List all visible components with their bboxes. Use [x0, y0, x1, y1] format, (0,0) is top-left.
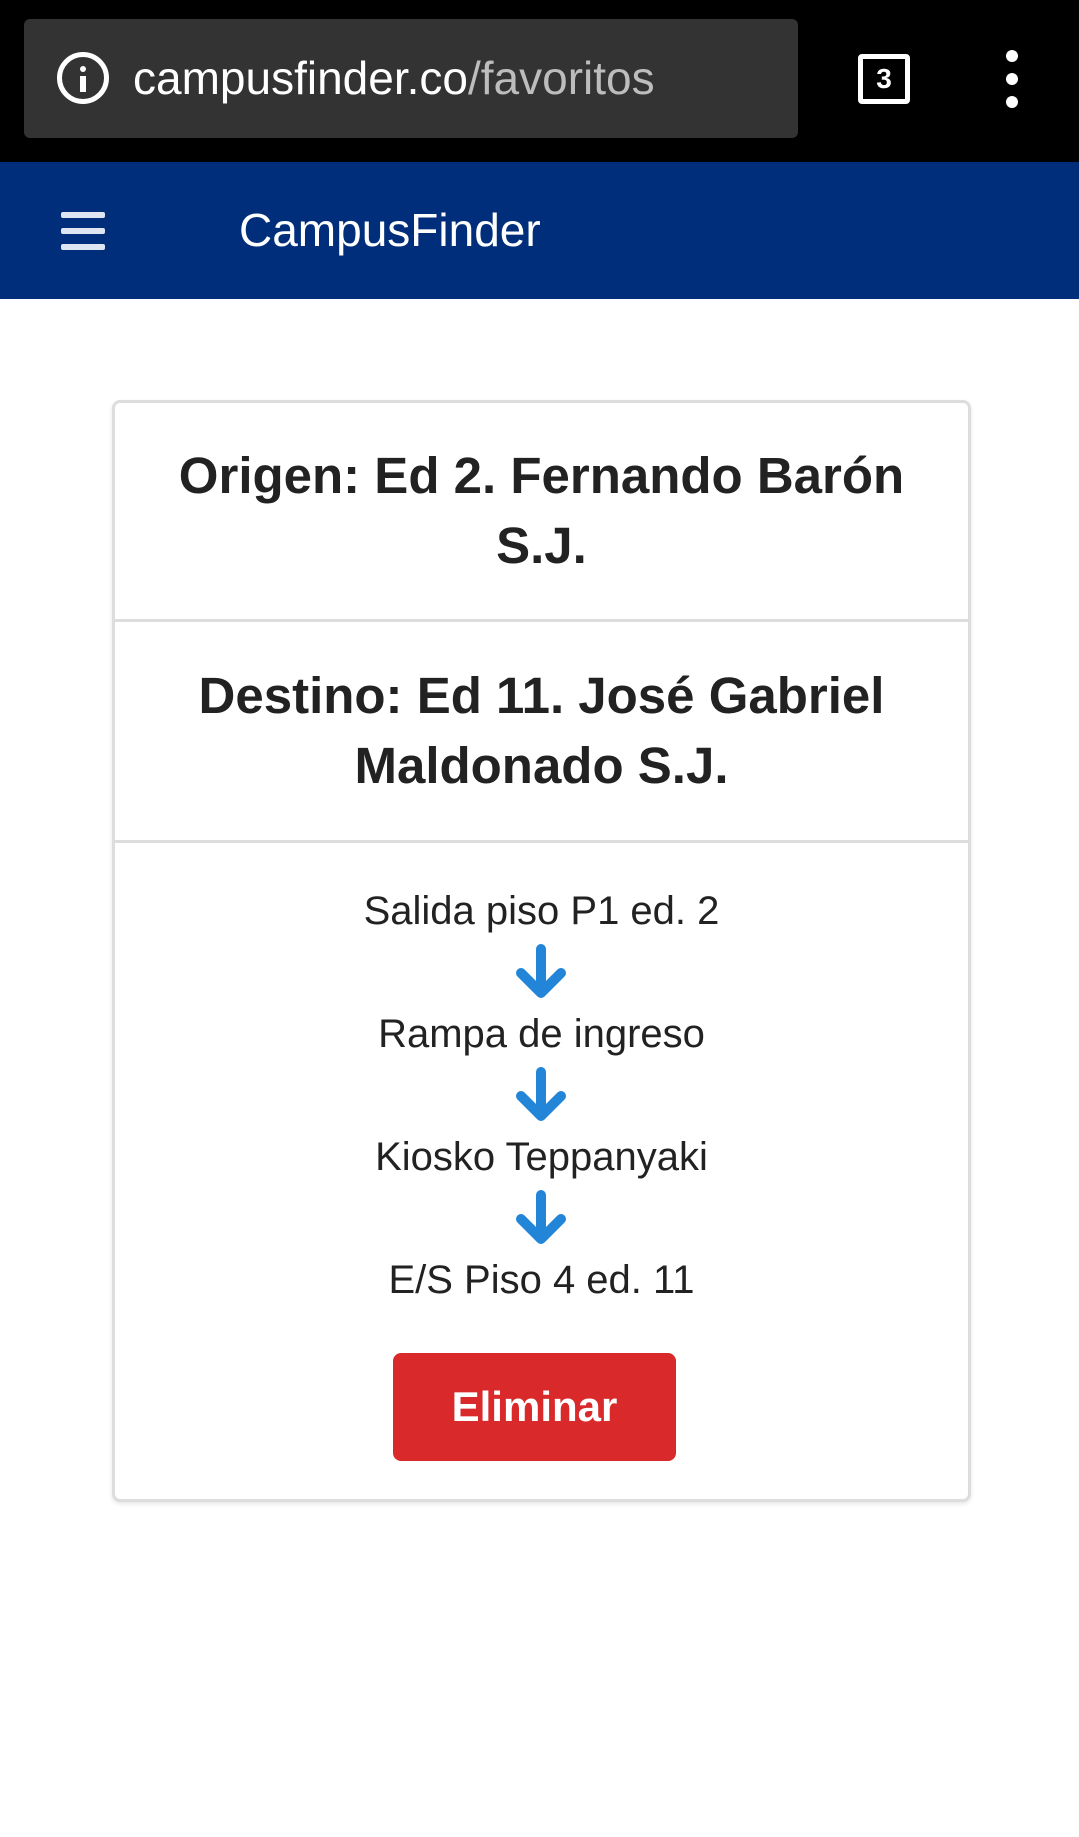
route-step: Rampa de ingreso [378, 1012, 705, 1056]
route-step: Salida piso P1 ed. 2 [363, 889, 720, 933]
origin-heading: Origen: Ed 2. Fernando Barón S.J. [178, 447, 905, 574]
url-path: /favoritos [467, 52, 655, 104]
destination-heading: Destino: Ed 11. José Gabriel Maldonado S… [198, 667, 885, 794]
app-title[interactable]: CampusFinder [239, 162, 541, 299]
hamburger-menu-icon[interactable] [61, 212, 105, 250]
url-host: campusfinder.co [133, 52, 468, 104]
favorite-route-card: Origen: Ed 2. Fernando Barón S.J. Destin… [112, 400, 971, 1502]
arrow-down-icon [516, 1067, 566, 1121]
tabs-icon[interactable]: 3 [858, 54, 910, 104]
arrow-down-icon [516, 944, 566, 998]
address-bar[interactable]: campusfinder.co/favoritos [24, 19, 798, 138]
arrow-down-icon [516, 1190, 566, 1244]
delete-button[interactable]: Eliminar [393, 1353, 676, 1461]
route-step: E/S Piso 4 ed. 11 [388, 1258, 695, 1302]
divider [115, 840, 968, 843]
app-header: CampusFinder [0, 162, 1079, 299]
browser-toolbar: campusfinder.co/favoritos 3 [0, 0, 1079, 162]
url-text[interactable]: campusfinder.co/favoritos [133, 19, 655, 138]
info-icon[interactable] [57, 52, 109, 104]
route-step: Kiosko Teppanyaki [375, 1135, 708, 1179]
more-vert-icon[interactable] [998, 50, 1028, 110]
